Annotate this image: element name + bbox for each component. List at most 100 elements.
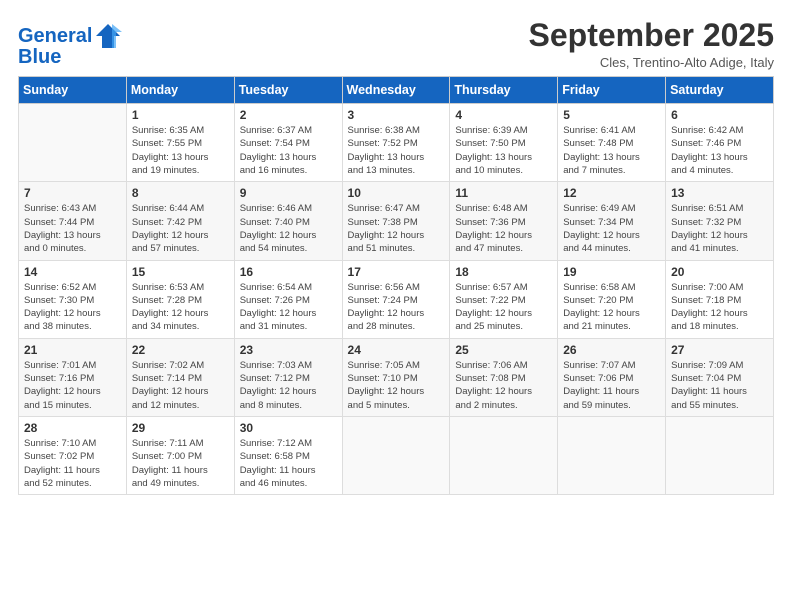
header-cell-wednesday: Wednesday — [342, 77, 450, 104]
day-detail: Sunrise: 7:07 AMSunset: 7:06 PMDaylight:… — [563, 359, 660, 412]
page: General Blue September 2025 Cles, Trenti… — [0, 0, 792, 612]
day-detail: Sunrise: 6:39 AMSunset: 7:50 PMDaylight:… — [455, 124, 552, 177]
day-cell: 21 Sunrise: 7:01 AMSunset: 7:16 PMDayligh… — [19, 338, 127, 416]
day-number: 1 — [132, 108, 229, 122]
day-detail: Sunrise: 7:09 AMSunset: 7:04 PMDaylight:… — [671, 359, 768, 412]
day-cell — [19, 104, 127, 182]
day-detail: Sunrise: 6:47 AMSunset: 7:38 PMDaylight:… — [348, 202, 445, 255]
day-number: 29 — [132, 421, 229, 435]
day-detail: Sunrise: 6:53 AMSunset: 7:28 PMDaylight:… — [132, 281, 229, 334]
day-number: 7 — [24, 186, 121, 200]
day-number: 5 — [563, 108, 660, 122]
day-cell: 2 Sunrise: 6:37 AMSunset: 7:54 PMDaylight… — [234, 104, 342, 182]
title-block: September 2025 Cles, Trentino-Alto Adige… — [529, 18, 774, 70]
day-number: 4 — [455, 108, 552, 122]
day-cell: 29Sunrise: 7:11 AMSunset: 7:00 PMDayligh… — [126, 416, 234, 494]
day-number: 20 — [671, 265, 768, 279]
subtitle: Cles, Trentino-Alto Adige, Italy — [529, 55, 774, 70]
day-cell: 27Sunrise: 7:09 AMSunset: 7:04 PMDayligh… — [666, 338, 774, 416]
day-number: 24 — [348, 343, 445, 357]
day-detail: Sunrise: 7:10 AMSunset: 7:02 PMDaylight:… — [24, 437, 121, 490]
day-cell: 13 Sunrise: 6:51 AMSunset: 7:32 PMDayligh… — [666, 182, 774, 260]
day-number: 16 — [240, 265, 337, 279]
day-cell: 1 Sunrise: 6:35 AMSunset: 7:55 PMDaylight… — [126, 104, 234, 182]
day-detail: Sunrise: 6:42 AMSunset: 7:46 PMDaylight:… — [671, 124, 768, 177]
day-cell: 24 Sunrise: 7:05 AMSunset: 7:10 PMDayligh… — [342, 338, 450, 416]
day-cell: 17 Sunrise: 6:56 AMSunset: 7:24 PMDayligh… — [342, 260, 450, 338]
day-number: 3 — [348, 108, 445, 122]
day-cell: 10 Sunrise: 6:47 AMSunset: 7:38 PMDayligh… — [342, 182, 450, 260]
day-cell — [342, 416, 450, 494]
day-cell: 8Sunrise: 6:44 AMSunset: 7:42 PMDaylight… — [126, 182, 234, 260]
day-detail: Sunrise: 6:48 AMSunset: 7:36 PMDaylight:… — [455, 202, 552, 255]
day-detail: Sunrise: 7:05 AMSunset: 7:10 PMDaylight:… — [348, 359, 445, 412]
logo-blue-text: Blue — [18, 46, 61, 68]
week-row-3: 14 Sunrise: 6:52 AMSunset: 7:30 PMDayligh… — [19, 260, 774, 338]
day-number: 11 — [455, 186, 552, 200]
day-number: 26 — [563, 343, 660, 357]
day-number: 12 — [563, 186, 660, 200]
header: General Blue September 2025 Cles, Trenti… — [18, 18, 774, 70]
day-detail: Sunrise: 6:35 AMSunset: 7:55 PMDaylight:… — [132, 124, 229, 177]
day-cell: 26 Sunrise: 7:07 AMSunset: 7:06 PMDayligh… — [558, 338, 666, 416]
day-cell: 6Sunrise: 6:42 AMSunset: 7:46 PMDaylight… — [666, 104, 774, 182]
day-cell: 14 Sunrise: 6:52 AMSunset: 7:30 PMDayligh… — [19, 260, 127, 338]
day-detail: Sunrise: 6:51 AMSunset: 7:32 PMDaylight:… — [671, 202, 768, 255]
day-cell: 16 Sunrise: 6:54 AMSunset: 7:26 PMDayligh… — [234, 260, 342, 338]
day-number: 19 — [563, 265, 660, 279]
day-number: 2 — [240, 108, 337, 122]
day-cell: 7 Sunrise: 6:43 AMSunset: 7:44 PMDaylight… — [19, 182, 127, 260]
calendar: SundayMondayTuesdayWednesdayThursdayFrid… — [18, 76, 774, 495]
day-number: 23 — [240, 343, 337, 357]
day-detail: Sunrise: 6:56 AMSunset: 7:24 PMDaylight:… — [348, 281, 445, 334]
day-detail: Sunrise: 7:06 AMSunset: 7:08 PMDaylight:… — [455, 359, 552, 412]
header-cell-tuesday: Tuesday — [234, 77, 342, 104]
day-detail: Sunrise: 7:00 AMSunset: 7:18 PMDaylight:… — [671, 281, 768, 334]
day-cell: 23 Sunrise: 7:03 AMSunset: 7:12 PMDayligh… — [234, 338, 342, 416]
day-number: 22 — [132, 343, 229, 357]
month-title: September 2025 — [529, 18, 774, 53]
day-detail: Sunrise: 6:37 AMSunset: 7:54 PMDaylight:… — [240, 124, 337, 177]
day-detail: Sunrise: 6:54 AMSunset: 7:26 PMDaylight:… — [240, 281, 337, 334]
day-detail: Sunrise: 7:02 AMSunset: 7:14 PMDaylight:… — [132, 359, 229, 412]
day-cell: 4 Sunrise: 6:39 AMSunset: 7:50 PMDaylight… — [450, 104, 558, 182]
day-cell: 11 Sunrise: 6:48 AMSunset: 7:36 PMDayligh… — [450, 182, 558, 260]
logo-text: General — [18, 25, 92, 47]
day-number: 8 — [132, 186, 229, 200]
header-row: SundayMondayTuesdayWednesdayThursdayFrid… — [19, 77, 774, 104]
day-detail: Sunrise: 7:01 AMSunset: 7:16 PMDaylight:… — [24, 359, 121, 412]
day-number: 30 — [240, 421, 337, 435]
day-cell: 5 Sunrise: 6:41 AMSunset: 7:48 PMDaylight… — [558, 104, 666, 182]
day-number: 13 — [671, 186, 768, 200]
logo-icon — [94, 22, 122, 50]
logo: General Blue — [18, 22, 122, 68]
day-cell: 18 Sunrise: 6:57 AMSunset: 7:22 PMDayligh… — [450, 260, 558, 338]
day-number: 10 — [348, 186, 445, 200]
day-detail: Sunrise: 6:49 AMSunset: 7:34 PMDaylight:… — [563, 202, 660, 255]
header-cell-sunday: Sunday — [19, 77, 127, 104]
day-cell: 19 Sunrise: 6:58 AMSunset: 7:20 PMDayligh… — [558, 260, 666, 338]
day-detail: Sunrise: 6:57 AMSunset: 7:22 PMDaylight:… — [455, 281, 552, 334]
header-cell-monday: Monday — [126, 77, 234, 104]
day-detail: Sunrise: 6:58 AMSunset: 7:20 PMDaylight:… — [563, 281, 660, 334]
day-number: 18 — [455, 265, 552, 279]
day-cell: 12 Sunrise: 6:49 AMSunset: 7:34 PMDayligh… — [558, 182, 666, 260]
day-cell: 20 Sunrise: 7:00 AMSunset: 7:18 PMDayligh… — [666, 260, 774, 338]
day-number: 9 — [240, 186, 337, 200]
day-cell: 9Sunrise: 6:46 AMSunset: 7:40 PMDaylight… — [234, 182, 342, 260]
day-detail: Sunrise: 6:43 AMSunset: 7:44 PMDaylight:… — [24, 202, 121, 255]
day-cell — [558, 416, 666, 494]
day-number: 28 — [24, 421, 121, 435]
week-row-5: 28 Sunrise: 7:10 AMSunset: 7:02 PMDayligh… — [19, 416, 774, 494]
day-number: 17 — [348, 265, 445, 279]
day-number: 14 — [24, 265, 121, 279]
day-detail: Sunrise: 7:12 AMSunset: 6:58 PMDaylight:… — [240, 437, 337, 490]
day-cell: 22 Sunrise: 7:02 AMSunset: 7:14 PMDayligh… — [126, 338, 234, 416]
day-detail: Sunrise: 6:41 AMSunset: 7:48 PMDaylight:… — [563, 124, 660, 177]
day-number: 21 — [24, 343, 121, 357]
header-cell-friday: Friday — [558, 77, 666, 104]
day-cell: 28 Sunrise: 7:10 AMSunset: 7:02 PMDayligh… — [19, 416, 127, 494]
day-detail: Sunrise: 6:52 AMSunset: 7:30 PMDaylight:… — [24, 281, 121, 334]
header-cell-saturday: Saturday — [666, 77, 774, 104]
day-detail: Sunrise: 7:03 AMSunset: 7:12 PMDaylight:… — [240, 359, 337, 412]
